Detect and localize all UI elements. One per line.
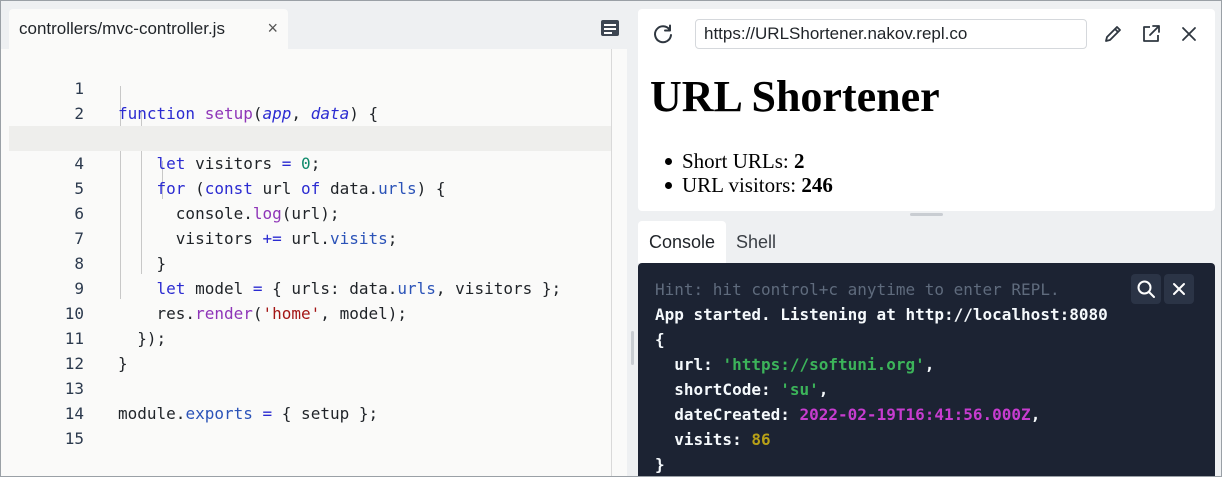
console-hint: Hint: hit control+c anytime to enter REP…: [655, 280, 1060, 299]
comma: ,: [818, 380, 829, 399]
search-icon: [1137, 280, 1155, 298]
code-area[interactable]: 1 function setup(app, data) { 2 app.get(…: [9, 49, 627, 476]
object-value: 'https://softuni.org': [722, 355, 925, 374]
console-line: visits: 86: [655, 427, 771, 452]
object-value: 86: [751, 430, 771, 449]
console-line: {: [655, 330, 665, 349]
file-tab-label: controllers/mvc-controller.js: [19, 19, 225, 38]
url-input[interactable]: [695, 19, 1087, 49]
reload-icon[interactable]: [652, 23, 674, 45]
code-line: 13 module.exports = { setup };: [9, 351, 611, 423]
object-key: visits:: [674, 430, 752, 449]
stat-label: Short URLs:: [682, 149, 795, 173]
object-key: dateCreated:: [674, 405, 800, 424]
code-line: 9 res.render('home', model);: [9, 251, 611, 323]
object-value: 2022-02-19T16:41:56.000Z: [799, 405, 1031, 424]
editor-scrollbar[interactable]: [611, 49, 612, 476]
code-line: 1 function setup(app, data) {: [9, 51, 611, 123]
tab-shell[interactable]: Shell: [736, 221, 776, 263]
console-line: }: [655, 455, 665, 474]
console-line: dateCreated: 2022-02-19T16:41:56.000Z,: [655, 402, 1040, 427]
editor-tab-bar: controllers/mvc-controller.js ×: [1, 1, 627, 49]
list-item: URL visitors: 246: [665, 173, 833, 197]
code-line: 6 visitors += url.visits;: [9, 176, 611, 248]
code-line: 2 app.get('/', function(req, res) {: [9, 76, 611, 148]
webview-panel: URL Shortener Short URLs: 2 URL visitors…: [638, 9, 1215, 211]
line-number: 15: [64, 429, 84, 448]
tab-console[interactable]: Console: [638, 221, 726, 263]
console-line: App started. Listening at http://localho…: [655, 305, 1108, 324]
code-line: 8 let model = { urls: data.urls, visitor…: [9, 226, 611, 298]
console-line: url: 'https://softuni.org',: [655, 352, 934, 377]
code-line-active: 4 for (const url of data.urls) {: [9, 126, 611, 198]
code-editor: controllers/mvc-controller.js × 1 functi…: [1, 1, 627, 476]
object-key: shortCode:: [674, 380, 781, 399]
code-line: 12: [9, 326, 611, 373]
comma: ,: [1030, 405, 1041, 424]
stat-label: URL visitors:: [682, 173, 802, 197]
stat-value: 246: [801, 173, 833, 197]
page-title: URL Shortener: [650, 72, 940, 121]
list-item: Short URLs: 2: [665, 149, 833, 173]
code-line: 7 }: [9, 201, 611, 273]
stats-list: Short URLs: 2 URL visitors: 246: [665, 149, 833, 197]
code-line: 14: [9, 376, 611, 423]
close-tab-icon[interactable]: ×: [267, 18, 278, 39]
code-line: 5 console.log(url);: [9, 151, 611, 223]
console-clear-button[interactable]: [1164, 274, 1194, 304]
code-line: 3 let visitors = 0;: [9, 101, 611, 173]
code-line: 15: [9, 401, 611, 448]
vertical-pane-resizer[interactable]: [631, 331, 634, 365]
panel-layout-icon[interactable]: [600, 19, 620, 37]
console-output[interactable]: Hint: hit control+c anytime to enter REP…: [638, 263, 1215, 476]
window: controllers/mvc-controller.js × 1 functi…: [0, 0, 1222, 477]
console-line: shortCode: 'su',: [655, 377, 828, 402]
horizontal-pane-resizer[interactable]: [910, 213, 943, 216]
open-external-icon[interactable]: [1140, 23, 1162, 45]
close-icon[interactable]: [1178, 23, 1200, 45]
object-value: 'su': [780, 380, 819, 399]
code-line: 10 });: [9, 276, 611, 348]
object-key: url:: [674, 355, 723, 374]
file-tab[interactable]: controllers/mvc-controller.js ×: [9, 9, 288, 49]
code-line: 11 }: [9, 301, 611, 373]
console-search-button[interactable]: [1131, 274, 1161, 304]
stat-value: 2: [794, 149, 805, 173]
close-icon: [1173, 283, 1185, 295]
comma: ,: [924, 355, 935, 374]
edit-pencil-icon[interactable]: [1102, 23, 1124, 45]
